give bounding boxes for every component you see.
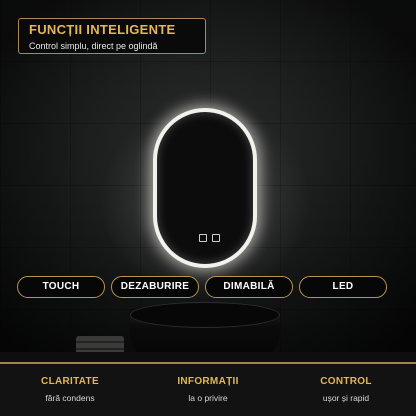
benefit-control: CONTROL ușor și rapid (286, 376, 406, 403)
benefit-desc: ușor și rapid (322, 393, 370, 403)
benefit-title: CONTROL (320, 376, 372, 387)
feature-badge-defog: DEZABURIRE (111, 276, 199, 298)
benefit-desc: fără condens (45, 393, 95, 403)
bathroom-photo (0, 0, 416, 362)
benefits-bar: CLARITATE fără condens INFORMAȚII la o p… (0, 362, 416, 416)
countertop (0, 352, 416, 362)
touch-button-icon (199, 234, 207, 242)
feature-badge-dimmable: DIMABILĂ (205, 276, 293, 298)
touch-button-icon (212, 234, 220, 242)
header-panel: FUNCȚII INTELIGENTE Control simplu, dire… (18, 18, 206, 54)
feature-badge-led: LED (299, 276, 387, 298)
benefit-clarity: CLARITATE fără condens (10, 376, 130, 403)
led-mirror (153, 108, 257, 268)
touch-sensor-icon (199, 234, 220, 242)
page-subtitle: Control simplu, direct pe oglindă (29, 41, 158, 51)
benefit-title: INFORMAȚII (177, 376, 239, 387)
benefit-desc: la o privire (188, 393, 228, 403)
feature-badge-touch: TOUCH (17, 276, 105, 298)
benefit-title: CLARITATE (41, 376, 99, 387)
washbasin-rim (130, 302, 280, 328)
feature-badges: TOUCH DEZABURIRE DIMABILĂ LED (17, 276, 401, 298)
benefit-information: INFORMAȚII la o privire (148, 376, 268, 403)
page-title: FUNCȚII INTELIGENTE (29, 22, 176, 37)
